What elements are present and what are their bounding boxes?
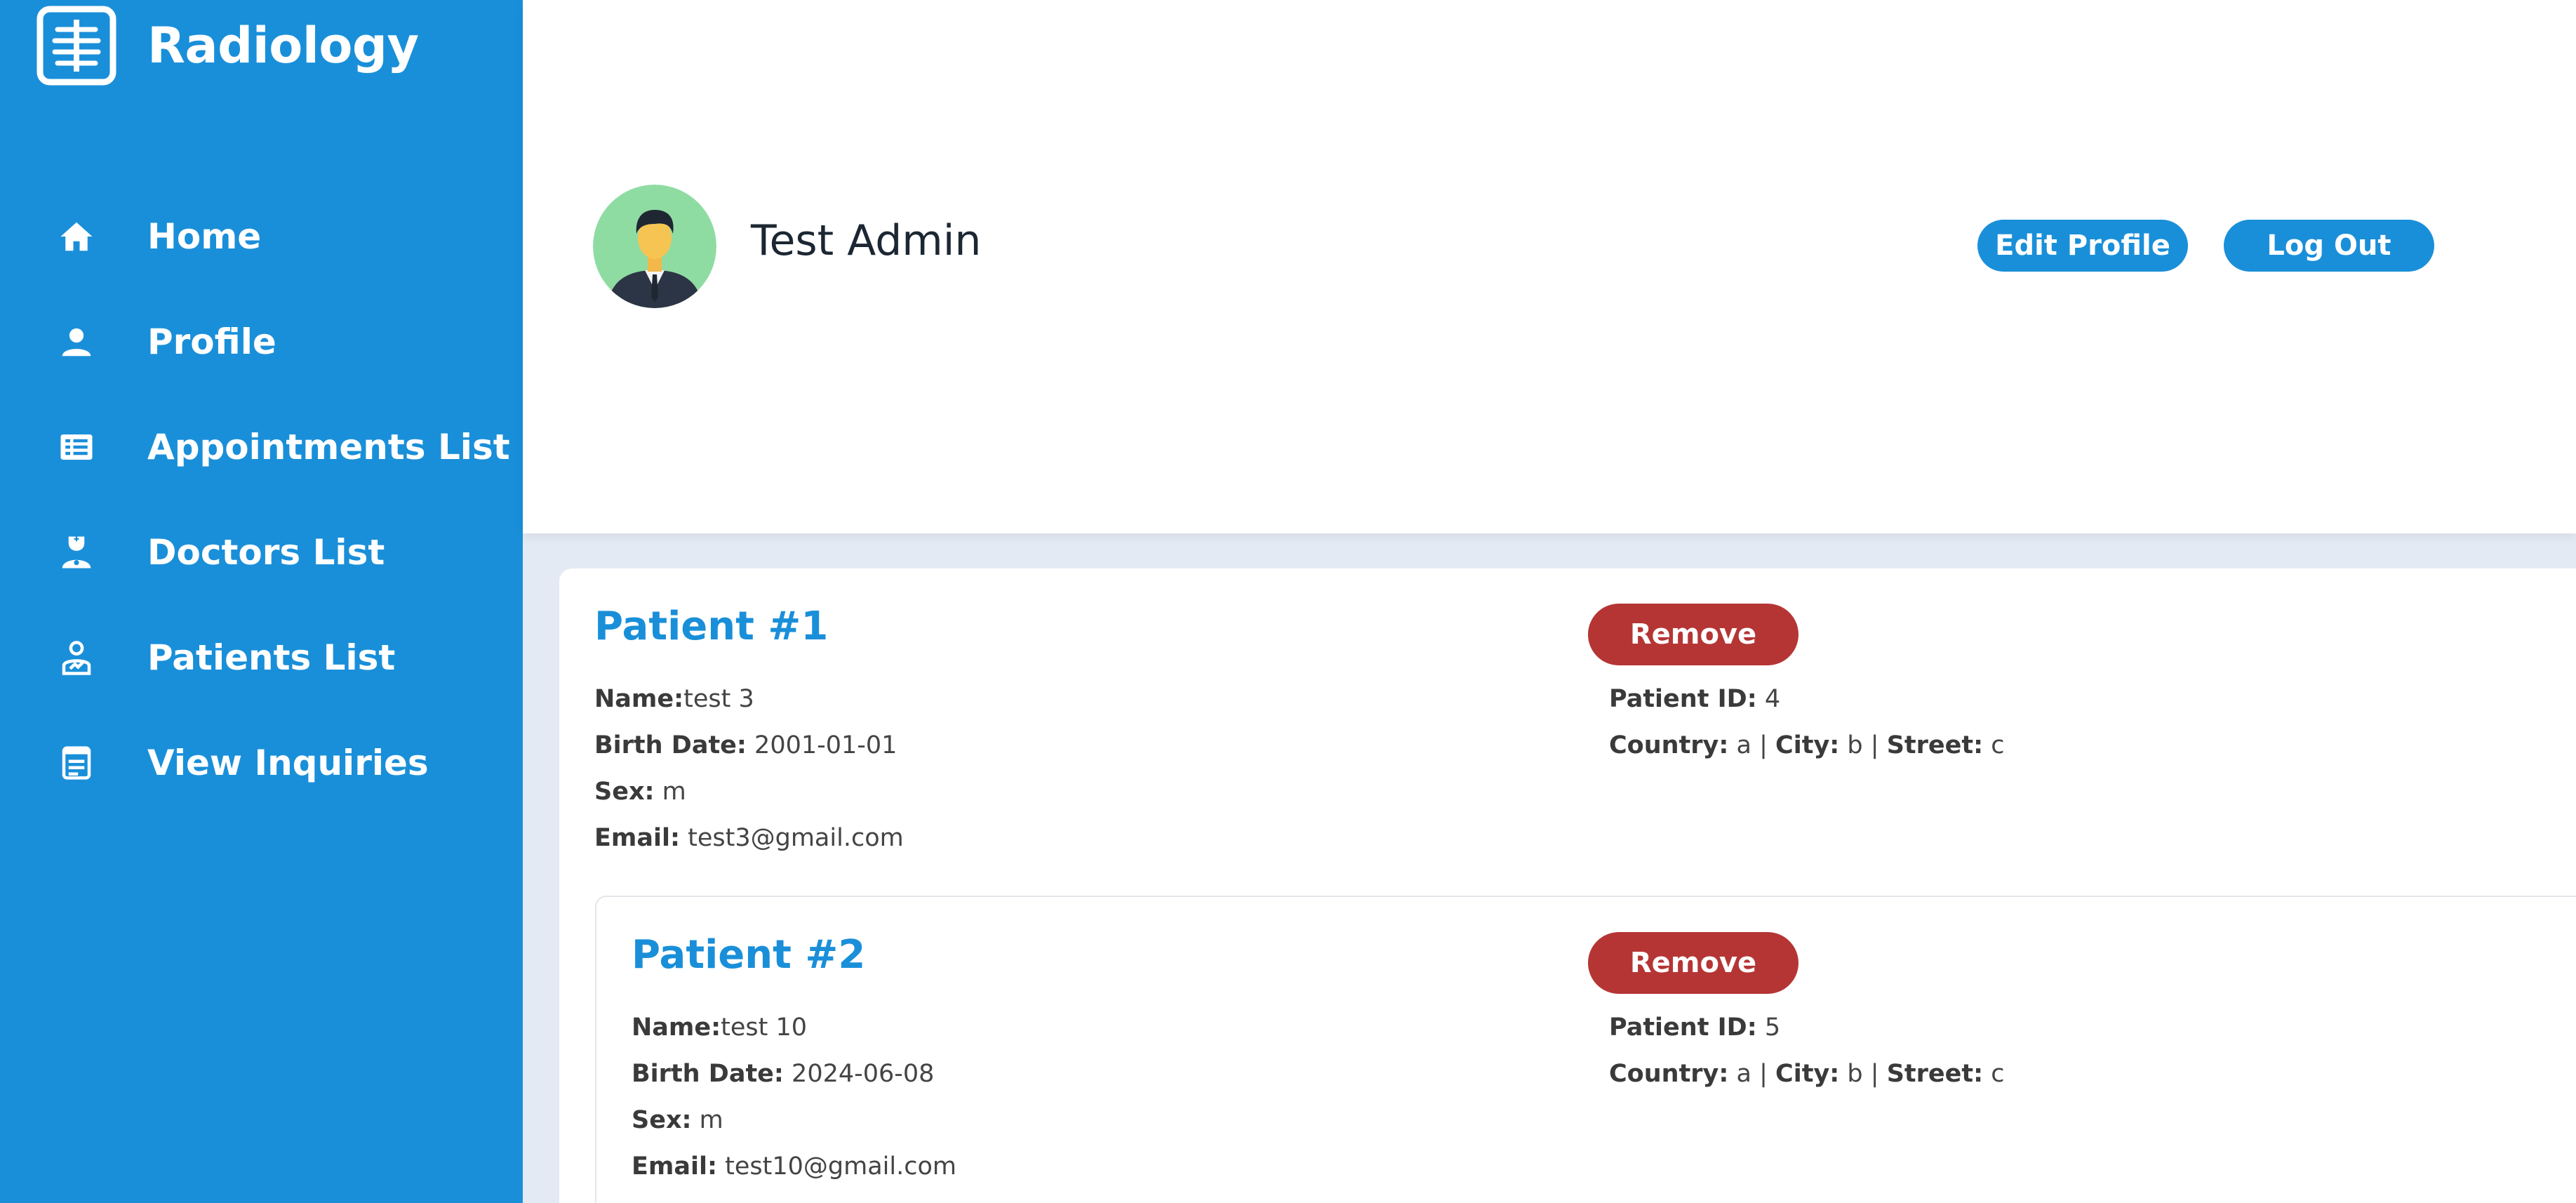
field-value: c: [1991, 731, 2005, 759]
field-value: 2001-01-01: [754, 731, 897, 759]
patient-card: Patient #1 Remove Name:test 3 Birth Date…: [559, 569, 2576, 898]
field-label: Email:: [594, 824, 680, 852]
document-icon: [55, 742, 98, 784]
log-out-button[interactable]: Log Out: [2224, 220, 2434, 272]
sidebar-item-label: Appointments List: [147, 427, 510, 467]
field-label: Street:: [1886, 731, 1984, 759]
patient-id: Patient ID: 5: [1609, 1013, 1780, 1042]
separator: |: [1870, 1060, 1879, 1088]
field-value: 4: [1764, 685, 1781, 713]
patients-card: Patient #1 Remove Name:test 3 Birth Date…: [559, 569, 2576, 1203]
patient-name: Name:test 10: [632, 1013, 807, 1042]
sidebar-item-patients[interactable]: Patients List: [0, 605, 523, 710]
remove-button[interactable]: Remove: [1588, 932, 1798, 994]
field-label: Sex:: [594, 778, 655, 806]
field-value: a: [1736, 731, 1751, 759]
patient-icon: [55, 637, 98, 679]
patient-email: Email: test10@gmail.com: [632, 1152, 956, 1181]
patient-address: Country: a | City: b | Street: c: [1609, 731, 2005, 759]
field-value: b: [1847, 731, 1863, 759]
patient-address: Country: a | City: b | Street: c: [1609, 1060, 2005, 1088]
field-label: Street:: [1886, 1060, 1984, 1088]
sidebar-item-appointments[interactable]: Appointments List: [0, 394, 523, 500]
field-label: Country:: [1609, 1060, 1729, 1088]
patient-sex: Sex: m: [632, 1106, 723, 1134]
field-value: m: [699, 1106, 723, 1134]
field-label: Country:: [1609, 731, 1729, 759]
brand-name: Radiology: [147, 17, 419, 74]
sidebar-nav: Home Profile Appointments List Doctors L…: [0, 184, 523, 816]
patient-title: Patient #2: [632, 932, 866, 978]
sidebar-item-label: Home: [147, 216, 262, 257]
remove-button[interactable]: Remove: [1588, 604, 1798, 665]
patient-email: Email: test3@gmail.com: [594, 824, 904, 852]
field-label: City:: [1775, 731, 1840, 759]
sidebar-item-label: Doctors List: [147, 532, 385, 573]
sidebar-item-profile[interactable]: Profile: [0, 289, 523, 394]
user-icon: [55, 321, 98, 363]
sidebar-item-inquiries[interactable]: View Inquiries: [0, 710, 523, 816]
patient-birth-date: Birth Date: 2024-06-08: [632, 1060, 934, 1088]
field-label: Name:: [632, 1013, 721, 1042]
field-label: Patient ID:: [1609, 1013, 1757, 1042]
sidebar-item-label: Profile: [147, 321, 276, 362]
xray-logo-icon: [36, 6, 116, 86]
field-label: City:: [1775, 1060, 1840, 1088]
field-value: 2024-06-08: [792, 1060, 935, 1088]
field-label: Patient ID:: [1609, 685, 1757, 713]
field-value: test 3: [683, 685, 754, 713]
field-value: test3@gmail.com: [688, 824, 904, 852]
field-value: b: [1847, 1060, 1863, 1088]
field-value: test10@gmail.com: [725, 1152, 956, 1181]
list-icon: [55, 426, 98, 468]
sidebar: Radiology Home Profile Appointments List…: [0, 0, 523, 1203]
profile-header: Test Admin Edit Profile Log Out: [523, 0, 2576, 533]
field-value: test 10: [721, 1013, 808, 1042]
user-name: Test Admin: [751, 216, 982, 265]
avatar: [593, 185, 716, 308]
field-value: a: [1736, 1060, 1751, 1088]
sidebar-item-doctors[interactable]: Doctors List: [0, 500, 523, 605]
brand[interactable]: Radiology: [36, 6, 419, 86]
patient-name: Name:test 3: [594, 685, 754, 713]
field-label: Email:: [632, 1152, 717, 1181]
separator: |: [1870, 731, 1879, 759]
patient-sex: Sex: m: [594, 778, 686, 806]
doctor-icon: [55, 531, 98, 573]
field-label: Birth Date:: [594, 731, 747, 759]
patient-id: Patient ID: 4: [1609, 685, 1780, 713]
field-value: c: [1991, 1060, 2005, 1088]
patient-card: Patient #2 Remove Name:test 10 Birth Dat…: [595, 896, 2576, 1203]
patient-birth-date: Birth Date: 2001-01-01: [594, 731, 897, 759]
field-label: Sex:: [632, 1106, 692, 1134]
field-label: Name:: [594, 685, 684, 713]
edit-profile-button[interactable]: Edit Profile: [1977, 220, 2188, 272]
field-value: m: [662, 778, 686, 806]
field-label: Birth Date:: [632, 1060, 784, 1088]
sidebar-item-label: View Inquiries: [147, 743, 429, 783]
field-value: 5: [1764, 1013, 1781, 1042]
home-icon: [55, 215, 98, 258]
patient-title: Patient #1: [594, 604, 829, 649]
separator: |: [1759, 1060, 1768, 1088]
sidebar-item-home[interactable]: Home: [0, 184, 523, 289]
sidebar-item-label: Patients List: [147, 637, 396, 678]
separator: |: [1759, 731, 1768, 759]
